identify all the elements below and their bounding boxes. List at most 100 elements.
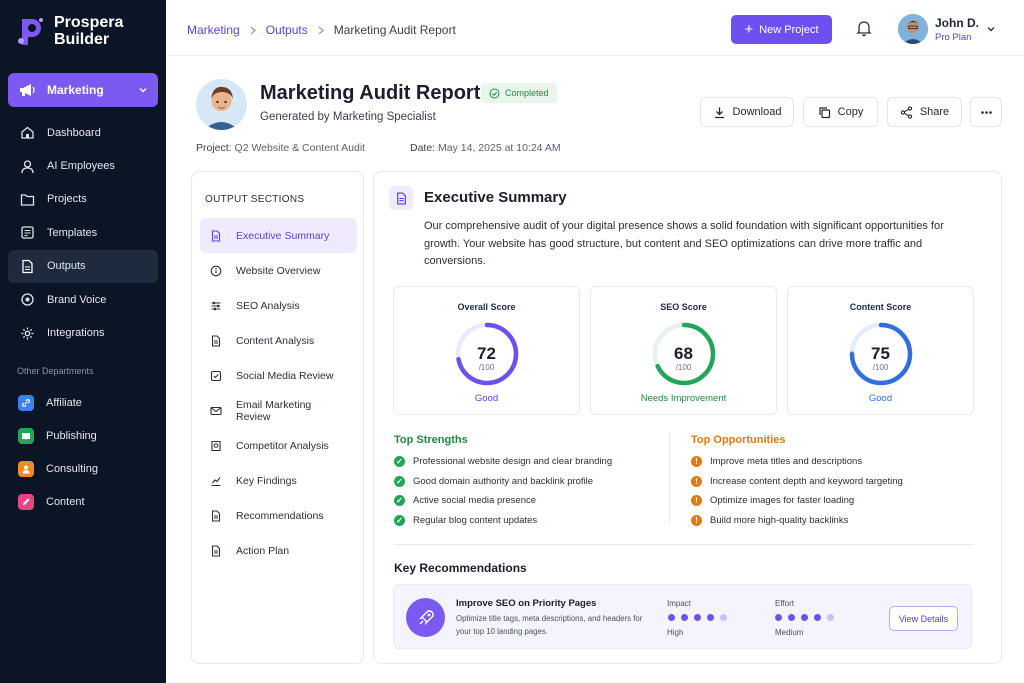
impact-value: High bbox=[667, 628, 684, 637]
user-avatar[interactable] bbox=[898, 14, 928, 44]
meter-dot bbox=[775, 614, 782, 621]
department-item-content[interactable]: Content bbox=[8, 485, 158, 518]
sidebar-item-integrations[interactable]: Integrations bbox=[8, 316, 158, 349]
share-button[interactable]: Share bbox=[887, 97, 962, 127]
output-sections-heading: OUTPUT SECTIONS bbox=[205, 194, 305, 205]
section-label: Content Analysis bbox=[236, 334, 315, 347]
chevron-right-icon bbox=[318, 26, 324, 34]
app-logo[interactable]: Prospera Builder bbox=[16, 14, 123, 48]
section-label: Key Findings bbox=[236, 474, 297, 487]
date-label: Date: bbox=[410, 142, 436, 154]
gear-icon bbox=[21, 327, 34, 340]
output-sections-panel: OUTPUT SECTIONS Executive Summary Websit… bbox=[191, 171, 364, 664]
date-meta: Date: May 14, 2025 at 10:24 AM bbox=[410, 142, 561, 154]
avatar bbox=[898, 14, 928, 44]
other-departments-list: Affiliate Publishing Consulting Content bbox=[8, 386, 158, 518]
alert-icon: ! bbox=[691, 514, 702, 526]
divider bbox=[394, 544, 974, 545]
share-icon bbox=[900, 105, 912, 119]
project-label: Project: bbox=[196, 142, 232, 154]
section-label: Competitor Analysis bbox=[236, 439, 329, 452]
sidebar-item-label: Outputs bbox=[47, 260, 86, 273]
avatar bbox=[196, 79, 247, 130]
megaphone-icon bbox=[20, 84, 35, 96]
list-item: ✓ Professional website design and clear b… bbox=[394, 452, 612, 472]
meter-dot bbox=[720, 614, 727, 621]
section-item-website-overview[interactable]: Website Overview bbox=[200, 253, 357, 288]
document-icon bbox=[211, 509, 221, 522]
sidebar-item-outputs[interactable]: Outputs bbox=[8, 249, 158, 283]
section-item-action-plan[interactable]: Action Plan bbox=[200, 533, 357, 568]
check-circle-icon: ✓ bbox=[394, 495, 405, 507]
sidebar-item-templates[interactable]: Templates bbox=[8, 216, 158, 249]
sidebar-item-label: Brand Voice bbox=[47, 293, 107, 306]
user-icon bbox=[21, 159, 34, 173]
opportunities-heading: Top Opportunities bbox=[691, 434, 786, 446]
score-card-overall: Overall Score 72 /100 Good bbox=[393, 286, 580, 415]
other-departments-heading: Other Departments bbox=[17, 366, 94, 376]
section-label: Action Plan bbox=[236, 544, 290, 557]
breadcrumb-outputs[interactable]: Outputs bbox=[266, 23, 308, 37]
project-value: Q2 Website & Content Audit bbox=[234, 142, 366, 154]
check-circle-icon: ✓ bbox=[394, 475, 405, 487]
link-icon bbox=[18, 394, 34, 411]
department-label: Consulting bbox=[46, 462, 98, 475]
status-badge: Completed bbox=[481, 83, 557, 103]
section-item-seo-analysis[interactable]: SEO Analysis bbox=[200, 288, 357, 323]
app-name-line1: Prospera bbox=[54, 14, 124, 31]
download-button[interactable]: Download bbox=[700, 97, 794, 127]
new-project-button[interactable]: + New Project bbox=[731, 15, 832, 44]
score-value: 75 bbox=[871, 344, 890, 363]
info-icon bbox=[210, 265, 222, 276]
section-item-email-marketing-review[interactable]: Email Marketing Review bbox=[200, 393, 357, 428]
copy-button[interactable]: Copy bbox=[803, 97, 878, 127]
more-options-button[interactable] bbox=[970, 97, 1002, 127]
strength-text: Professional website design and clear br… bbox=[413, 456, 613, 468]
sidebar-nav: Dashboard AI Employees Projects Template… bbox=[8, 116, 158, 350]
sidebar-item-label: Integrations bbox=[47, 327, 105, 340]
sidebar-item-brand-voice[interactable]: Brand Voice bbox=[8, 283, 158, 316]
opportunity-text: Improve meta titles and descriptions bbox=[710, 456, 863, 468]
sidebar-item-dashboard[interactable]: Dashboard bbox=[8, 116, 158, 149]
list-item: ! Build more high-quality backlinks bbox=[691, 511, 903, 531]
section-label: Email Marketing Review bbox=[236, 398, 312, 423]
sidebar-item-projects[interactable]: Projects bbox=[8, 183, 158, 216]
download-icon bbox=[714, 107, 724, 118]
section-item-key-findings[interactable]: Key Findings bbox=[200, 463, 357, 498]
section-label: Website Overview bbox=[236, 264, 321, 277]
document-icon bbox=[211, 334, 221, 347]
section-item-competitor-analysis[interactable]: Competitor Analysis bbox=[200, 428, 357, 463]
score-max: /100 bbox=[675, 363, 692, 372]
section-item-social-media-review[interactable]: Social Media Review bbox=[200, 358, 357, 393]
plus-icon: + bbox=[744, 21, 754, 38]
executive-summary-panel: Executive Summary Our comprehensive audi… bbox=[373, 171, 1002, 664]
template-icon bbox=[21, 226, 34, 240]
section-label: Social Media Review bbox=[236, 369, 334, 382]
section-item-content-analysis[interactable]: Content Analysis bbox=[200, 323, 357, 358]
section-item-recommendations[interactable]: Recommendations bbox=[200, 498, 357, 533]
department-item-consulting[interactable]: Consulting bbox=[8, 452, 158, 485]
score-verdict: Good bbox=[868, 393, 893, 404]
chevron-down-icon[interactable] bbox=[986, 24, 996, 34]
meter-dot bbox=[801, 614, 808, 621]
sidebar-item-ai-employees[interactable]: AI Employees bbox=[8, 149, 158, 182]
person-icon bbox=[18, 460, 34, 477]
strength-text: Good domain authority and backlink profi… bbox=[413, 475, 594, 487]
view-details-button[interactable]: View Details bbox=[889, 606, 958, 631]
logo-icon bbox=[18, 18, 43, 45]
breadcrumb-marketing[interactable]: Marketing bbox=[187, 23, 240, 37]
section-label: Recommendations bbox=[236, 509, 324, 522]
app-name-line2: Builder bbox=[54, 31, 110, 48]
check-circle-icon: ✓ bbox=[394, 456, 405, 468]
department-item-publishing[interactable]: Publishing bbox=[8, 419, 158, 452]
summary-text: Our comprehensive audit of your digital … bbox=[424, 220, 944, 267]
department-item-affiliate[interactable]: Affiliate bbox=[8, 386, 158, 419]
opportunity-text: Build more high-quality backlinks bbox=[710, 514, 849, 526]
sidebar-item-label: AI Employees bbox=[47, 160, 115, 173]
new-project-label: New Project bbox=[759, 23, 819, 36]
chart-icon bbox=[211, 476, 221, 486]
department-selector[interactable]: Marketing bbox=[8, 73, 158, 107]
bell-icon[interactable] bbox=[855, 19, 873, 37]
section-item-executive-summary[interactable]: Executive Summary bbox=[200, 218, 357, 253]
badge-icon bbox=[211, 440, 221, 451]
